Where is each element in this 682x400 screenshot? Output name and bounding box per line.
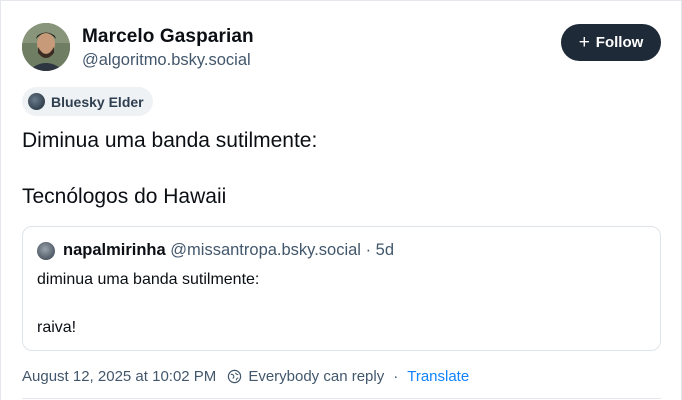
- meta-separator: ·: [393, 368, 399, 385]
- quoted-line-2: raiva!: [37, 319, 77, 336]
- avatar-photo-icon: [22, 23, 70, 71]
- quoted-author-handle[interactable]: @missantropa.bsky.social: [170, 241, 361, 259]
- quoted-post-age: 5d: [375, 241, 395, 259]
- follow-button-label: Follow: [595, 34, 644, 51]
- quoted-post-header: napalmirinha @missantropa.bsky.social · …: [63, 241, 394, 260]
- badge-label: Bluesky Elder: [51, 93, 144, 110]
- bluesky-elder-badge[interactable]: Bluesky Elder: [22, 87, 153, 116]
- post-line-2: Tecnólogos do Hawaii: [22, 185, 227, 208]
- author-avatar[interactable]: [22, 23, 70, 71]
- quoted-line-1: diminua uma banda sutilmente:: [37, 271, 260, 288]
- translate-link[interactable]: Translate: [407, 368, 469, 385]
- plus-icon: +: [578, 31, 590, 53]
- post-line-1: Diminua uma banda sutilmente:: [22, 129, 318, 152]
- author-handle[interactable]: @algoritmo.bsky.social: [82, 51, 251, 70]
- quoted-post[interactable]: napalmirinha @missantropa.bsky.social · …: [22, 226, 661, 351]
- quoted-author-name[interactable]: napalmirinha: [63, 241, 166, 259]
- globe-reply-icon: [228, 369, 242, 384]
- quoted-author-avatar[interactable]: [37, 242, 55, 260]
- post-container: Marcelo Gasparian @algoritmo.bsky.social…: [0, 0, 682, 400]
- quoted-post-text: diminua uma banda sutilmente: raiva!: [37, 268, 259, 340]
- quoted-separator: ·: [365, 241, 372, 259]
- post-datetime[interactable]: August 12, 2025 at 10:02 PM: [22, 368, 216, 385]
- post-meta: August 12, 2025 at 10:02 PM Everybody ca…: [22, 368, 469, 385]
- post-text: Diminua uma banda sutilmente: Tecnólogos…: [22, 127, 642, 211]
- avatar-badge-icon: [28, 93, 45, 110]
- author-name[interactable]: Marcelo Gasparian: [82, 26, 254, 48]
- divider: [22, 398, 661, 399]
- follow-button[interactable]: + Follow: [561, 24, 661, 61]
- reply-setting[interactable]: Everybody can reply: [248, 368, 384, 385]
